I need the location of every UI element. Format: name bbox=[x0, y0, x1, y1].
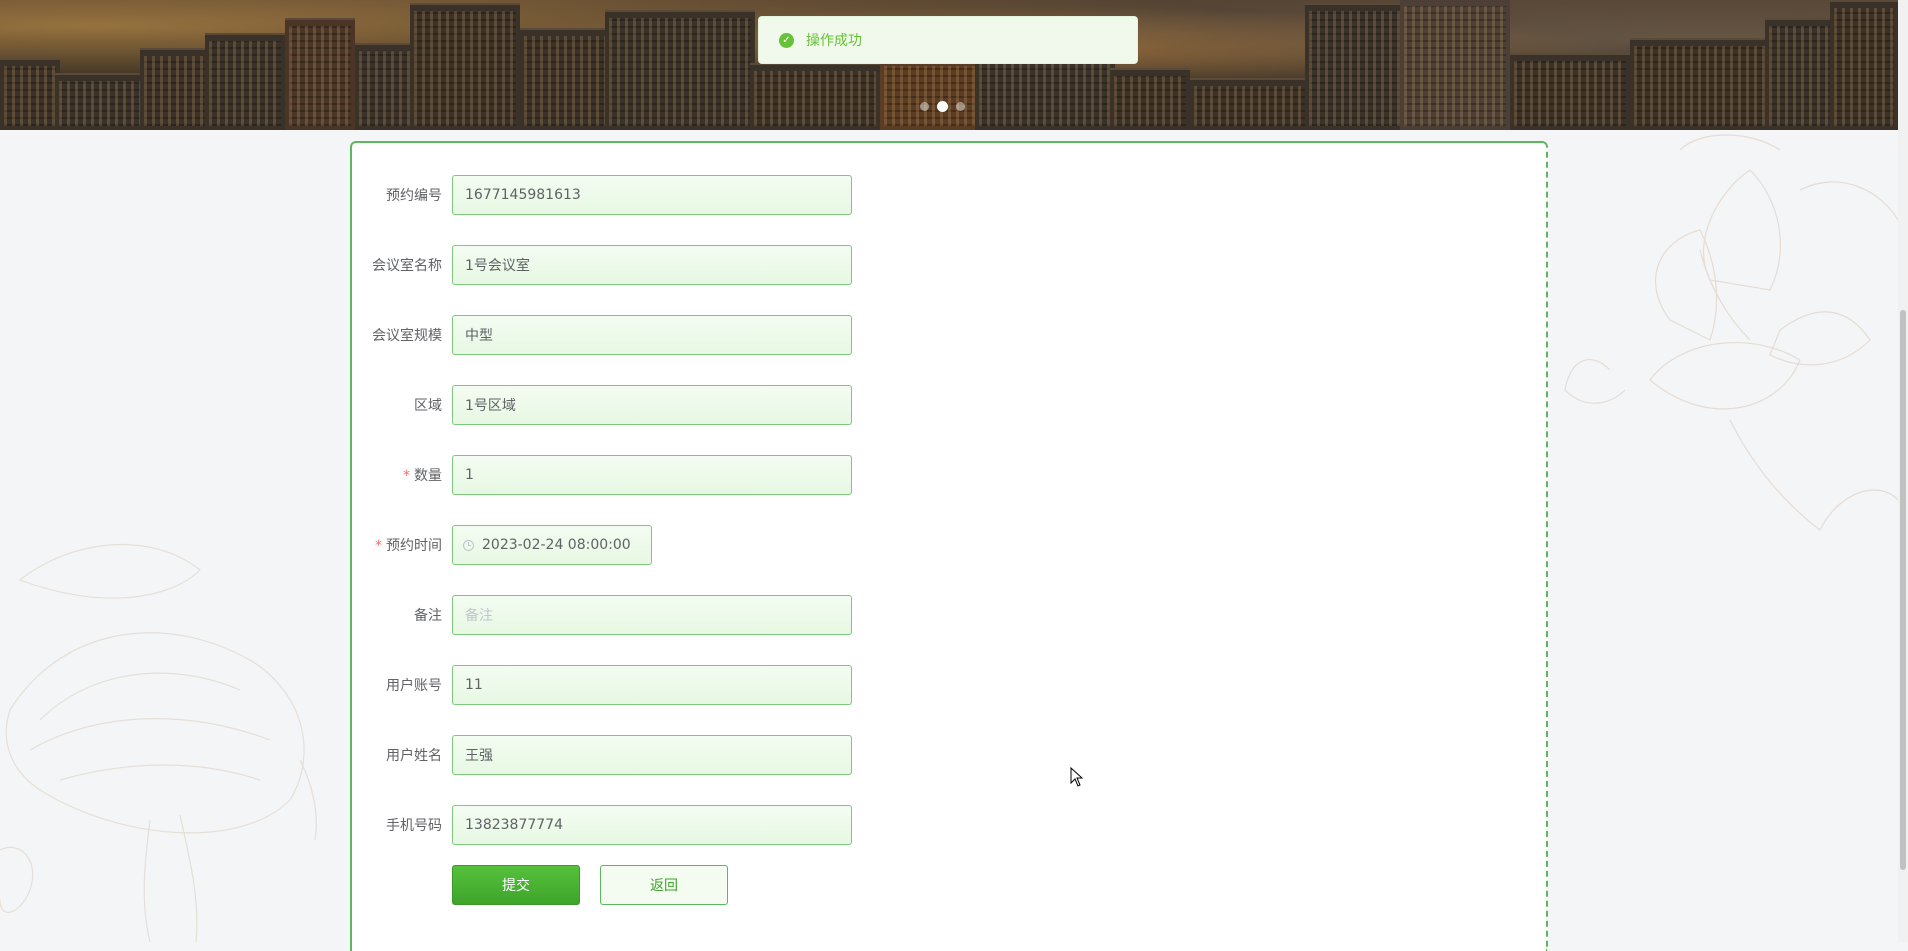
form-row-reservation-time: * 预约时间 2023-02-24 08:00:00 bbox=[352, 525, 652, 565]
carousel-dot-active[interactable] bbox=[937, 101, 948, 112]
label-user-account: 用户账号 bbox=[386, 678, 442, 694]
form-row-remarks: 备注 备注 bbox=[352, 595, 852, 635]
label-remarks: 备注 bbox=[414, 608, 442, 624]
area-input[interactable]: 1号区域 bbox=[452, 385, 852, 425]
phone-input[interactable]: 13823877774 bbox=[452, 805, 852, 845]
carousel-dot[interactable] bbox=[956, 102, 965, 111]
remarks-input[interactable]: 备注 bbox=[452, 595, 852, 635]
submit-button[interactable]: 提交 bbox=[452, 865, 580, 905]
mouse-cursor-icon bbox=[1070, 767, 1084, 787]
toast-message: 操作成功 bbox=[806, 33, 862, 49]
user-name-input[interactable]: 王强 bbox=[452, 735, 852, 775]
carousel-indicators bbox=[920, 101, 965, 112]
label-user-name: 用户姓名 bbox=[386, 748, 442, 764]
reservation-time-picker[interactable]: 2023-02-24 08:00:00 bbox=[452, 525, 652, 565]
quantity-input[interactable]: 1 bbox=[452, 455, 852, 495]
lotus-decoration-right-icon bbox=[1564, 134, 1898, 531]
check-circle-icon: ✓ bbox=[779, 32, 794, 48]
required-asterisk: * bbox=[375, 538, 382, 554]
form-row-room-size: 会议室规模 中型 bbox=[352, 315, 852, 355]
label-phone: 手机号码 bbox=[386, 818, 442, 834]
form-row-user-name: 用户姓名 王强 bbox=[352, 735, 852, 775]
user-account-input[interactable]: 11 bbox=[452, 665, 852, 705]
form-row-area: 区域 1号区域 bbox=[352, 385, 852, 425]
page-scrollbar[interactable] bbox=[1898, 0, 1908, 942]
reservation-no-input[interactable]: 1677145981613 bbox=[452, 175, 852, 215]
form-row-quantity: * 数量 1 bbox=[352, 455, 852, 495]
scrollbar-thumb[interactable] bbox=[1900, 310, 1906, 870]
form-row-reservation-no: 预约编号 1677145981613 bbox=[352, 175, 852, 215]
form-row-phone: 手机号码 13823877774 bbox=[352, 805, 852, 845]
label-quantity: * 数量 bbox=[403, 468, 442, 484]
reservation-time-value: 2023-02-24 08:00:00 bbox=[482, 537, 631, 553]
label-reservation-time: * 预约时间 bbox=[375, 538, 442, 554]
form-row-user-account: 用户账号 11 bbox=[352, 665, 852, 705]
reservation-form: 预约编号 1677145981613 会议室名称 1号会议室 会议室规模 中型 … bbox=[350, 141, 1548, 951]
label-room-name: 会议室名称 bbox=[372, 258, 442, 274]
success-toast: ✓ 操作成功 bbox=[758, 16, 1138, 64]
room-size-input[interactable]: 中型 bbox=[452, 315, 852, 355]
clock-icon bbox=[463, 539, 474, 551]
back-button[interactable]: 返回 bbox=[600, 865, 728, 905]
carousel-dot[interactable] bbox=[920, 102, 929, 111]
label-area: 区域 bbox=[414, 398, 442, 414]
form-row-room-name: 会议室名称 1号会议室 bbox=[352, 245, 852, 285]
lotus-decoration-left-icon bbox=[0, 544, 317, 942]
label-room-size: 会议室规模 bbox=[372, 328, 442, 344]
label-reservation-no: 预约编号 bbox=[386, 188, 442, 204]
room-name-input[interactable]: 1号会议室 bbox=[452, 245, 852, 285]
required-asterisk: * bbox=[403, 468, 410, 484]
